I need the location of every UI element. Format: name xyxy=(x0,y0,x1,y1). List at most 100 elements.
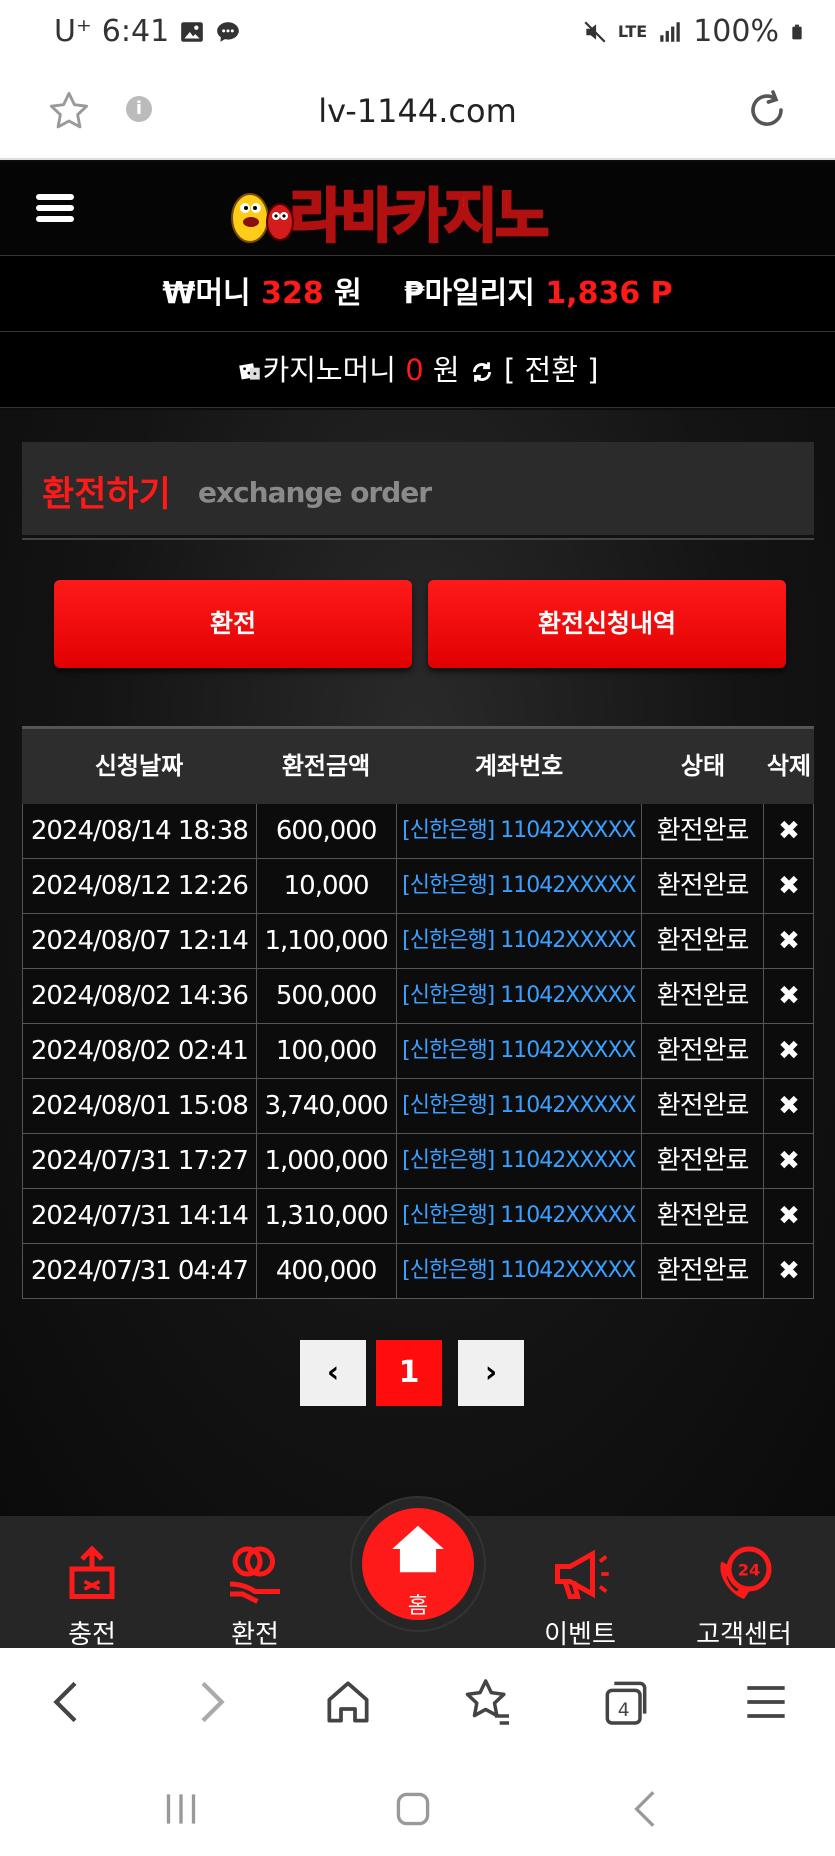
cell-status: 환전완료 xyxy=(642,914,765,968)
prev-page-button[interactable]: ‹ xyxy=(300,1340,366,1406)
clock: 6:41 xyxy=(101,14,170,49)
menu-icon[interactable] xyxy=(36,194,74,226)
status-bar: U⁺ 6:41 LTE 100% xyxy=(0,0,835,68)
cell-status: 환전완료 xyxy=(642,1189,765,1243)
megaphone-icon xyxy=(555,1549,609,1599)
cell-amount: 500,000 xyxy=(257,969,397,1023)
nav-deposit-label: 충전 xyxy=(68,1620,116,1650)
delete-icon[interactable]: ✖ xyxy=(764,969,814,1023)
cell-date: 2024/07/31 14:14 xyxy=(23,1189,257,1243)
cell-account: [신한은행] 11042XXXXX xyxy=(397,1189,643,1243)
cell-date: 2024/08/02 14:36 xyxy=(23,969,257,1023)
nav-deposit[interactable]: 충전 xyxy=(32,1516,152,1650)
header-amount: 환전금액 xyxy=(281,752,371,780)
support-24-icon: 24 xyxy=(720,1546,772,1599)
table-row: 2024/07/31 14:14 1,310,000 [신한은행] 11042X… xyxy=(22,1189,814,1244)
coins-hand-icon xyxy=(229,1546,280,1604)
cell-status: 환전완료 xyxy=(642,1244,765,1298)
nav-withdraw-label: 환전 xyxy=(231,1620,279,1650)
house-icon xyxy=(392,1525,444,1573)
cell-account: [신한은행] 11042XXXXX xyxy=(397,859,643,913)
cell-date: 2024/08/07 12:14 xyxy=(23,914,257,968)
home-button[interactable]: 홈 xyxy=(352,1498,484,1630)
network-label: LTE xyxy=(617,22,648,41)
forward-icon[interactable] xyxy=(182,1674,238,1730)
dice-icon xyxy=(238,363,260,380)
back-nav-icon[interactable] xyxy=(622,1784,672,1834)
logo-text: 라바카지노 xyxy=(289,181,551,252)
cell-status: 환전완료 xyxy=(642,859,765,913)
delete-icon[interactable]: ✖ xyxy=(764,914,814,968)
delete-icon[interactable]: ✖ xyxy=(764,1134,814,1188)
reload-icon[interactable] xyxy=(743,86,791,134)
exchange-table: 신청날짜 환전금액 계좌번호 상태 삭제 2024/08/14 18:38 60… xyxy=(22,726,814,1299)
delete-icon[interactable]: ✖ xyxy=(764,1244,814,1298)
home-label: 홈 xyxy=(407,1594,429,1619)
browser-url-bar: i lv-1144.com xyxy=(0,68,835,160)
home-icon[interactable] xyxy=(320,1674,376,1730)
site-logo[interactable]: 라바카지노 xyxy=(226,176,550,252)
nav-event-label: 이벤트 xyxy=(544,1620,616,1650)
delete-icon[interactable]: ✖ xyxy=(764,1024,814,1078)
balance-bar: ₩머니 328 원 ₱마일리지 1,836 P xyxy=(0,256,835,332)
cell-status: 환전완료 xyxy=(642,804,765,858)
table-row: 2024/08/12 12:26 10,000 [신한은행] 11042XXXX… xyxy=(22,859,814,914)
tab-count: 4 xyxy=(618,1700,630,1721)
exchange-history-button[interactable]: 환전신청내역 xyxy=(428,580,786,668)
home-nav-icon[interactable] xyxy=(388,1784,438,1834)
cell-amount: 1,000,000 xyxy=(257,1134,397,1188)
recent-apps-icon[interactable] xyxy=(156,1784,206,1834)
section-header: 환전하기 exchange order xyxy=(22,442,814,538)
casino-money-unit: 원 xyxy=(432,353,460,387)
cell-amount: 600,000 xyxy=(257,804,397,858)
money-label: ₩머니 xyxy=(162,276,251,311)
cell-amount: 3,740,000 xyxy=(257,1079,397,1133)
cell-account: [신한은행] 11042XXXXX xyxy=(397,1079,643,1133)
cell-amount: 10,000 xyxy=(257,859,397,913)
convert-link[interactable]: [ 전환 ] xyxy=(504,353,598,387)
bookmarks-icon[interactable] xyxy=(460,1674,516,1730)
larva-mascot-icon xyxy=(231,193,294,243)
header-delete: 삭제 xyxy=(766,752,812,780)
menu-icon[interactable] xyxy=(738,1674,794,1730)
section-divider xyxy=(22,538,814,540)
casino-money-label: 카지노머니 xyxy=(262,353,396,387)
cell-date: 2024/08/14 18:38 xyxy=(23,804,257,858)
cell-account: [신한은행] 11042XXXXX xyxy=(397,1024,643,1078)
delete-icon[interactable]: ✖ xyxy=(764,804,814,858)
cell-date: 2024/07/31 17:27 xyxy=(23,1134,257,1188)
support-badge: 24 xyxy=(738,1560,761,1579)
nav-support-label: 고객센터 xyxy=(696,1620,792,1650)
url-text[interactable]: lv-1144.com xyxy=(0,92,835,130)
mileage-value: 1,836 P xyxy=(545,276,673,311)
next-page-button[interactable]: › xyxy=(458,1340,524,1406)
table-row: 2024/08/14 18:38 600,000 [신한은행] 11042XXX… xyxy=(22,804,814,859)
section-subtitle: exchange order xyxy=(198,476,432,509)
cell-account: [신한은행] 11042XXXXX xyxy=(397,804,643,858)
exchange-button[interactable]: 환전 xyxy=(54,580,412,668)
nav-event[interactable]: 이벤트 xyxy=(520,1516,640,1650)
nav-withdraw[interactable]: 환전 xyxy=(195,1516,315,1650)
page-number-button[interactable]: 1 xyxy=(376,1340,442,1406)
signal-icon xyxy=(660,21,680,42)
back-icon[interactable] xyxy=(40,1674,96,1730)
tabs-icon[interactable]: 4 xyxy=(598,1674,654,1730)
cell-status: 환전완료 xyxy=(642,1024,765,1078)
nav-support[interactable]: 24 고객센터 xyxy=(684,1516,804,1650)
header-status: 상태 xyxy=(680,752,726,780)
mute-icon xyxy=(584,20,606,43)
table-row: 2024/07/31 04:47 400,000 [신한은행] 11042XXX… xyxy=(22,1244,814,1299)
refresh-icon[interactable] xyxy=(469,359,495,385)
cell-status: 환전완료 xyxy=(642,1079,765,1133)
delete-icon[interactable]: ✖ xyxy=(764,1079,814,1133)
delete-icon[interactable]: ✖ xyxy=(764,1189,814,1243)
delete-icon[interactable]: ✖ xyxy=(764,859,814,913)
money-unit: 원 xyxy=(334,276,362,311)
cell-account: [신한은행] 11042XXXXX xyxy=(397,1244,643,1298)
cell-account: [신한은행] 11042XXXXX xyxy=(397,914,643,968)
table-row: 2024/08/07 12:14 1,100,000 [신한은행] 11042X… xyxy=(22,914,814,969)
header-date: 신청날짜 xyxy=(94,752,184,780)
table-row: 2024/07/31 17:27 1,000,000 [신한은행] 11042X… xyxy=(22,1134,814,1189)
site-header: 라바카지노 xyxy=(0,162,835,256)
cell-amount: 1,100,000 xyxy=(257,914,397,968)
